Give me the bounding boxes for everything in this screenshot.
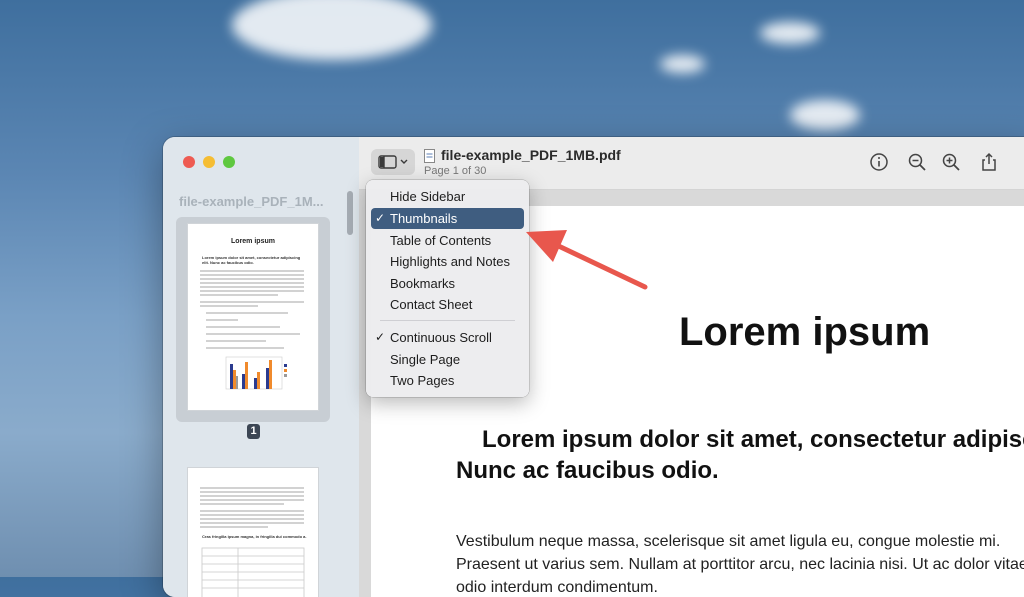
annotation-arrow-icon	[526, 230, 648, 290]
